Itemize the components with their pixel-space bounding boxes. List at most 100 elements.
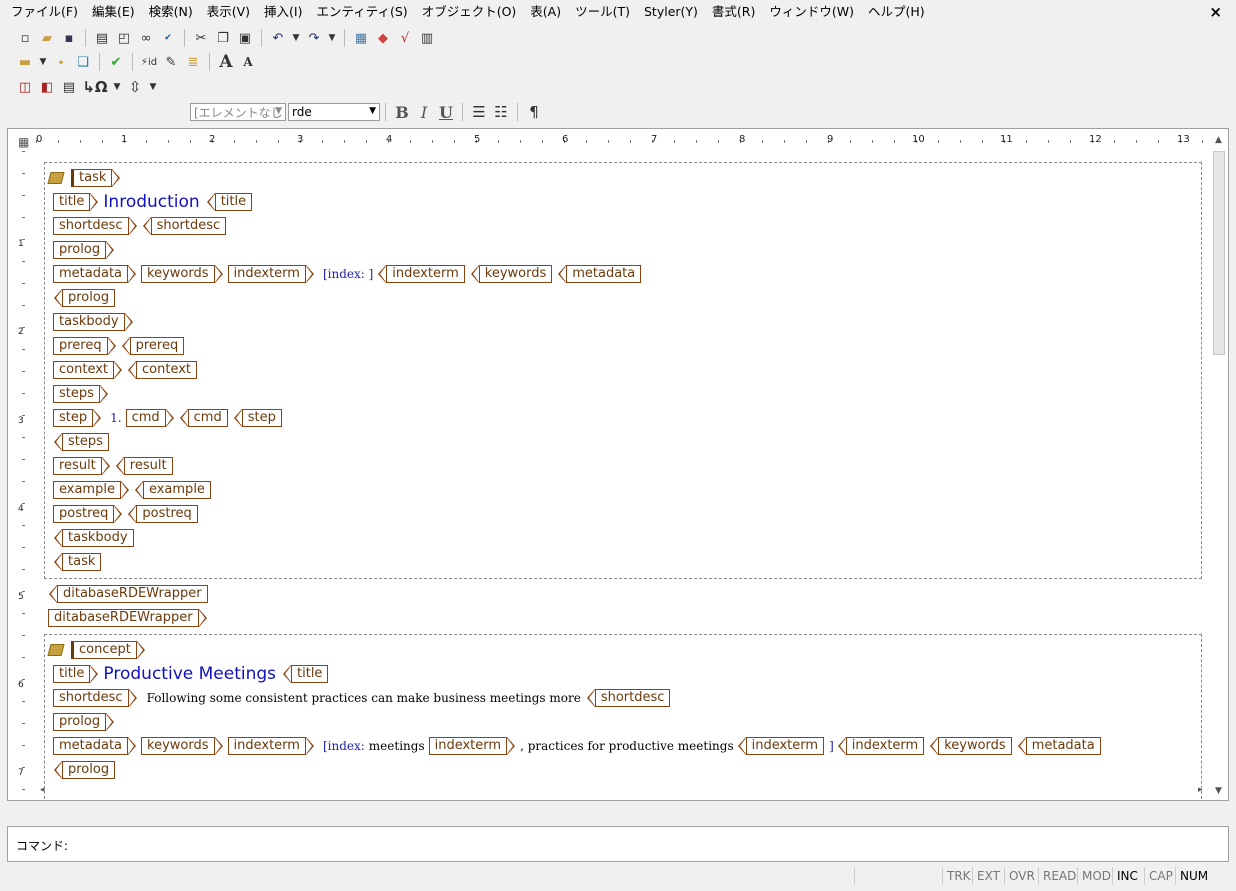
prolog-open-tag[interactable]: prolog — [53, 241, 115, 259]
bold-button[interactable]: B — [392, 102, 412, 122]
underline-button[interactable]: U — [436, 102, 456, 122]
spellcheck-icon[interactable]: ✔ — [158, 28, 178, 48]
chevron-down-icon[interactable]: ▼ — [326, 28, 338, 48]
indexterm-close-tag[interactable]: indexterm — [837, 737, 925, 755]
steps-close-tag[interactable]: steps — [54, 433, 109, 451]
copy-icon[interactable]: ❐ — [213, 28, 233, 48]
menu-help[interactable]: ヘルプ(H) — [861, 0, 932, 24]
index-subterm-text[interactable]: , practices for productive meetings — [520, 739, 734, 753]
chevron-down-icon[interactable]: ▼ — [111, 77, 123, 97]
paste-icon[interactable]: ▣ — [235, 28, 255, 48]
markup-view-icon[interactable]: ◫ — [15, 77, 35, 97]
prereq-open-tag[interactable]: prereq — [53, 337, 116, 355]
pilcrow-button[interactable]: ¶ — [524, 102, 544, 122]
menu-entity[interactable]: エンティティ(S) — [309, 0, 414, 24]
indexterm-open-tag[interactable]: indexterm — [227, 737, 315, 755]
insert-text-icon[interactable]: ▤ — [59, 77, 79, 97]
styles-icon[interactable]: ≣ — [183, 52, 203, 72]
menu-table[interactable]: 表(A) — [523, 0, 568, 24]
cmd-close-tag[interactable]: cmd — [179, 409, 228, 427]
tags-view-icon[interactable]: ◧ — [37, 77, 57, 97]
postreq-open-tag[interactable]: postreq — [53, 505, 123, 523]
prolog-close-tag[interactable]: prolog — [53, 289, 116, 307]
metadata-open-tag[interactable]: metadata — [53, 265, 137, 283]
command-bar[interactable]: コマンド: — [7, 826, 1229, 862]
indexterm-inner-open-tag[interactable]: indexterm — [428, 737, 516, 755]
vertical-scrollbar[interactable]: ▲ ▼ — [1212, 133, 1226, 798]
bulleted-list-icon[interactable]: ☷ — [491, 102, 511, 122]
result-open-tag[interactable]: result — [53, 457, 110, 475]
indexterm-close-tag[interactable]: indexterm — [378, 265, 465, 283]
line-spacing-icon[interactable]: ⇳ — [125, 77, 145, 97]
index-term-text[interactable]: meetings — [369, 739, 425, 753]
ruler-grid-icon[interactable]: ▦ — [18, 135, 29, 149]
redo-icon[interactable]: ↷ — [304, 28, 324, 48]
index-label[interactable]: [index: — [323, 739, 365, 753]
index-end-bracket[interactable]: ] — [829, 739, 834, 753]
table-icon[interactable]: ▦ — [351, 28, 371, 48]
save-icon[interactable]: ▪ — [59, 28, 79, 48]
insert-element-icon[interactable]: ▬ — [15, 52, 35, 72]
change-element-icon[interactable]: ⬩ — [51, 52, 71, 72]
title-open-tag[interactable]: title — [53, 193, 99, 211]
indexterm-open-tag[interactable]: indexterm — [227, 265, 315, 283]
shortdesc-close-tag[interactable]: shortdesc — [586, 689, 671, 707]
edit-attributes-icon[interactable]: ✎ — [161, 52, 181, 72]
shortdesc-text[interactable]: Following some consistent practices can … — [147, 691, 581, 705]
folder-icon[interactable] — [47, 644, 65, 656]
keywords-close-tag[interactable]: keywords — [930, 737, 1012, 755]
metadata-close-tag[interactable]: metadata — [558, 265, 642, 283]
document-editor[interactable]: ▦ 0 1 2 3 4 5 6 7 8 9 10 11 12 13 1 2 3 … — [7, 128, 1229, 801]
menu-window[interactable]: ウィンドウ(W) — [762, 0, 861, 24]
taskbody-open-tag[interactable]: taskbody — [53, 313, 132, 331]
title-close-tag[interactable]: title — [282, 665, 329, 683]
open-folder-icon[interactable]: ▰ — [37, 28, 57, 48]
result-close-tag[interactable]: result — [115, 457, 173, 475]
object-icon[interactable]: ▥ — [417, 28, 437, 48]
concept-title-text[interactable]: Productive Meetings — [103, 664, 276, 684]
scroll-up-icon[interactable]: ▲ — [1215, 135, 1222, 145]
text-grow-icon[interactable]: A — [216, 52, 236, 72]
prolog-open-tag[interactable]: prolog — [53, 713, 115, 731]
step-open-tag[interactable]: step — [53, 409, 102, 427]
step-close-tag[interactable]: step — [233, 409, 282, 427]
chevron-down-icon[interactable]: ▼ — [290, 28, 302, 48]
wrapper-close-tag[interactable]: ditabaseRDEWrapper — [49, 585, 208, 603]
print-icon[interactable]: ▤ — [92, 28, 112, 48]
menu-search[interactable]: 検索(N) — [142, 0, 200, 24]
postreq-close-tag[interactable]: postreq — [128, 505, 198, 523]
id-attribute-icon[interactable]: ⚡id — [139, 52, 159, 72]
menu-tools[interactable]: ツール(T) — [568, 0, 637, 24]
menu-view[interactable]: 表示(V) — [200, 0, 257, 24]
image-icon[interactable]: ◆ — [373, 28, 393, 48]
keywords-open-tag[interactable]: keywords — [141, 737, 224, 755]
find-binoculars-icon[interactable]: ∞ — [136, 28, 156, 48]
menu-edit[interactable]: 編集(E) — [85, 0, 142, 24]
menu-object[interactable]: オブジェクト(O) — [415, 0, 524, 24]
metadata-close-tag[interactable]: metadata — [1017, 737, 1101, 755]
shortdesc-open-tag[interactable]: shortdesc — [53, 689, 137, 707]
task-title-text[interactable]: Inroduction — [103, 192, 199, 212]
print-preview-icon[interactable]: ◰ — [114, 28, 134, 48]
validate-icon[interactable]: ✔ — [106, 52, 126, 72]
example-open-tag[interactable]: example — [53, 481, 129, 499]
chevron-down-icon[interactable]: ▼ — [37, 52, 49, 72]
prereq-close-tag[interactable]: prereq — [121, 337, 185, 355]
keywords-close-tag[interactable]: keywords — [470, 265, 553, 283]
italic-button[interactable]: I — [414, 102, 434, 122]
close-document-button[interactable]: × — [1209, 3, 1222, 21]
task-open-tag[interactable]: task — [71, 169, 121, 187]
shortdesc-close-tag[interactable]: shortdesc — [142, 217, 227, 235]
title-close-tag[interactable]: title — [206, 193, 253, 211]
text-shrink-icon[interactable]: A — [238, 52, 258, 72]
context-close-tag[interactable]: context — [128, 361, 197, 379]
title-open-tag[interactable]: title — [53, 665, 99, 683]
new-file-icon[interactable]: ▫ — [15, 28, 35, 48]
numbered-list-icon[interactable]: ☰ — [469, 102, 489, 122]
equation-icon[interactable]: √ — [395, 28, 415, 48]
metadata-open-tag[interactable]: metadata — [53, 737, 137, 755]
wrapper-open-tag[interactable]: ditabaseRDEWrapper — [48, 609, 207, 627]
task-close-tag[interactable]: task — [53, 553, 102, 571]
concept-open-tag[interactable]: concept — [71, 641, 145, 659]
cut-icon[interactable]: ✂ — [191, 28, 211, 48]
